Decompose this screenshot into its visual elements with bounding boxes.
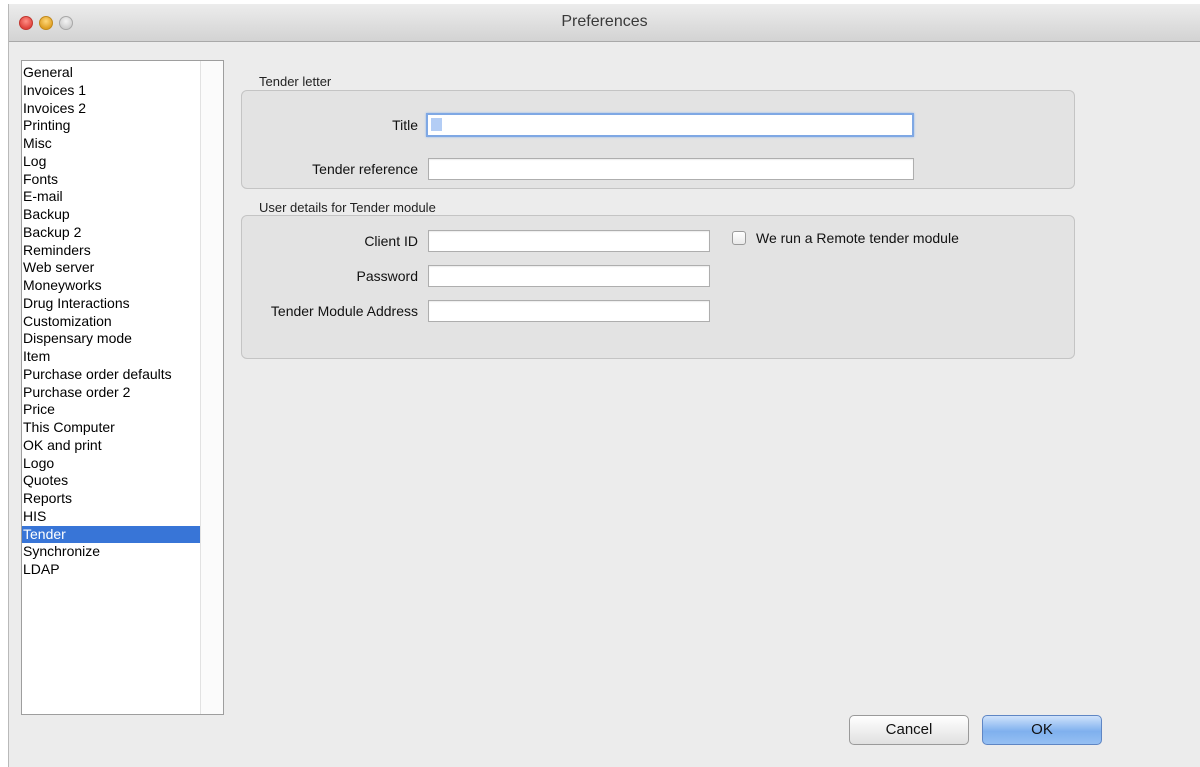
remote-tender-checkbox-label: We run a Remote tender module xyxy=(756,230,959,246)
user-details-section-label: User details for Tender module xyxy=(259,200,436,215)
sidebar-item-web-server[interactable]: Web server xyxy=(22,259,200,277)
sidebar-list: General Invoices 1 Invoices 2 Printing Misc L… xyxy=(22,64,200,579)
user-details-group: Client ID We run a Remote tender module … xyxy=(241,215,1075,359)
sidebar-item-backup[interactable]: Backup xyxy=(22,206,200,224)
sidebar-item-printing[interactable]: Printing xyxy=(22,117,200,135)
sidebar-item-synchronize[interactable]: Synchronize xyxy=(22,543,200,561)
sidebar-item-reports[interactable]: Reports xyxy=(22,490,200,508)
remote-tender-checkbox[interactable] xyxy=(732,231,746,245)
sidebar-item-invoices-1[interactable]: Invoices 1 xyxy=(22,82,200,100)
sidebar-item-purchase-order-defaults[interactable]: Purchase order defaults xyxy=(22,366,200,384)
sidebar-item-logo[interactable]: Logo xyxy=(22,455,200,473)
sidebar-item-backup-2[interactable]: Backup 2 xyxy=(22,224,200,242)
sidebar-item-price[interactable]: Price xyxy=(22,401,200,419)
sidebar-item-misc[interactable]: Misc xyxy=(22,135,200,153)
title-bar: Preferences xyxy=(9,4,1200,42)
sidebar-item-customization[interactable]: Customization xyxy=(22,313,200,331)
sidebar-item-log[interactable]: Log xyxy=(22,153,200,171)
cancel-button[interactable]: Cancel xyxy=(849,715,969,745)
tender-reference-label: Tender reference xyxy=(312,161,418,177)
sidebar-item-general[interactable]: General xyxy=(22,64,200,82)
preferences-window: Preferences General Invoices 1 Invoices 2P… xyxy=(8,4,1200,767)
tender-letter-group: Title Tender reference xyxy=(241,90,1075,189)
sidebar-item-this-computer[interactable]: This Computer xyxy=(22,419,200,437)
sidebar-item-dispensary-mode[interactable]: Dispensary mode xyxy=(22,330,200,348)
sidebar-scrollbar[interactable] xyxy=(200,61,223,714)
sidebar-item-fonts[interactable]: Fonts xyxy=(22,171,200,189)
sidebar-item-reminders[interactable]: Reminders xyxy=(22,242,200,260)
sidebar-item-invoices-2[interactable]: Invoices 2 xyxy=(22,100,200,118)
text-cursor xyxy=(431,118,442,131)
sidebar-item-e-mail[interactable]: E-mail xyxy=(22,188,200,206)
window-title: Preferences xyxy=(561,13,648,30)
tender-module-address-label: Tender Module Address xyxy=(270,303,418,319)
sidebar-item-ok-and-print[interactable]: OK and print xyxy=(22,437,200,455)
password-label: Password xyxy=(356,268,418,284)
title-label: Title xyxy=(392,117,418,133)
sidebar-item-purchase-order-2[interactable]: Purchase order 2 xyxy=(22,384,200,402)
sidebar-item-ldap[interactable]: LDAP xyxy=(22,561,200,579)
title-field[interactable] xyxy=(426,113,914,137)
client-id-field[interactable] xyxy=(428,230,710,252)
preferences-sidebar: General Invoices 1 Invoices 2 Printing Misc L… xyxy=(21,60,224,715)
sidebar-item-tender[interactable]: Tender xyxy=(22,525,200,544)
client-id-label: Client ID xyxy=(364,233,418,249)
sidebar-item-drug-interactions[interactable]: Drug Interactions xyxy=(22,295,200,313)
ok-button[interactable]: OK xyxy=(982,715,1102,745)
tender-letter-section-label: Tender letter xyxy=(259,74,332,89)
sidebar-item-moneyworks[interactable]: Moneyworks xyxy=(22,277,200,295)
tender-module-address-field[interactable] xyxy=(428,300,710,322)
sidebar-item-his[interactable]: HIS xyxy=(22,508,200,526)
sidebar-item-item[interactable]: Item xyxy=(22,348,200,366)
tender-reference-field[interactable] xyxy=(428,158,914,180)
sidebar-item-quotes[interactable]: Quotes xyxy=(22,472,200,490)
password-field[interactable] xyxy=(428,265,710,287)
